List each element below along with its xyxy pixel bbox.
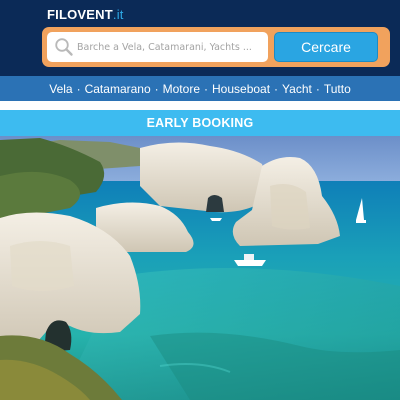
hero-image xyxy=(0,136,400,400)
early-booking-banner[interactable]: EARLY BOOKING xyxy=(0,110,400,136)
nav-item-catamarano[interactable]: Catamarano xyxy=(85,82,151,96)
search-button[interactable]: Cercare xyxy=(274,32,378,62)
nav-separator: · xyxy=(315,81,320,96)
nav-item-yacht[interactable]: Yacht xyxy=(282,82,312,96)
nav-item-vela[interactable]: Vela xyxy=(49,82,72,96)
category-nav: Vela · Catamarano · Motore · Houseboat ·… xyxy=(0,76,400,101)
nav-separator: · xyxy=(154,81,159,96)
nav-item-tutto[interactable]: Tutto xyxy=(324,82,351,96)
nav-separator: · xyxy=(204,81,208,96)
nav-separator: · xyxy=(274,81,279,96)
header: FILOVENT.it Cercare xyxy=(0,0,400,76)
search-input[interactable] xyxy=(77,36,263,58)
search-bar: Cercare xyxy=(42,27,390,67)
nav-item-motore[interactable]: Motore xyxy=(163,82,200,96)
search-icon xyxy=(55,38,73,56)
logo[interactable]: FILOVENT.it xyxy=(47,7,124,22)
spacer xyxy=(0,101,400,110)
logo-main: FILOVENT xyxy=(47,7,113,22)
hero-photo xyxy=(0,136,400,400)
logo-tld: .it xyxy=(112,7,124,22)
search-box[interactable] xyxy=(47,32,268,62)
nav-separator: · xyxy=(76,81,81,96)
nav-item-houseboat[interactable]: Houseboat xyxy=(212,82,270,96)
